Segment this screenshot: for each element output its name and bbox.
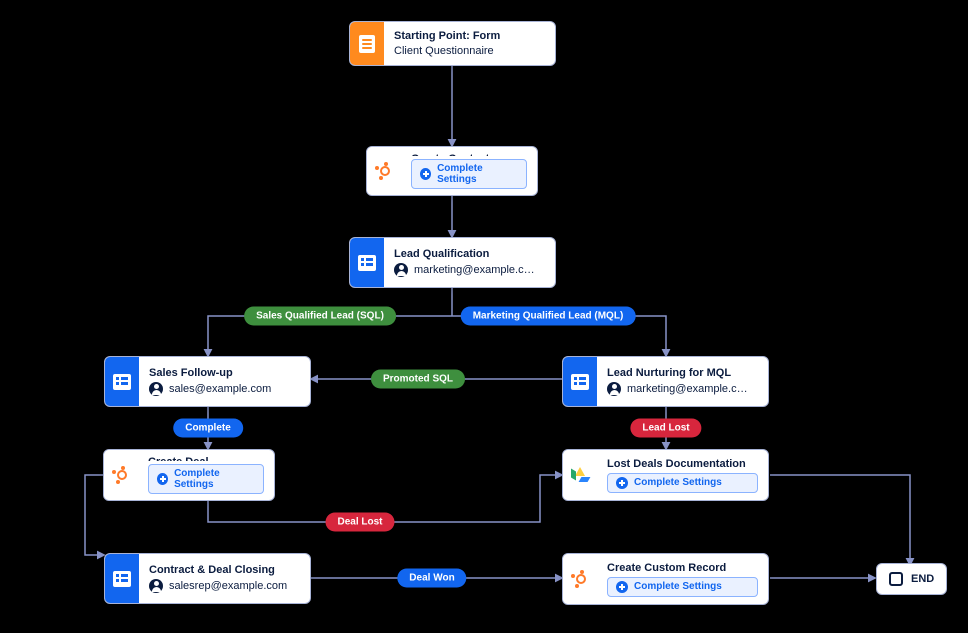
node-title: Create Deal: [148, 456, 264, 461]
task-icon: [563, 357, 597, 406]
node-lead-nurturing[interactable]: Lead Nurturing for MQL marketing@example…: [562, 356, 769, 407]
google-drive-icon: [563, 450, 597, 500]
avatar-icon: [149, 382, 163, 396]
assignee-email: sales@example.com: [169, 383, 271, 395]
workflow-canvas[interactable]: Starting Point: Form Client Questionnair…: [0, 0, 968, 633]
edge-label-deal-lost: Deal Lost: [325, 513, 394, 532]
plus-icon: [420, 168, 431, 180]
edge-label-promoted-sql: Promoted SQL: [371, 370, 465, 389]
node-end[interactable]: END: [876, 563, 947, 595]
node-start-form[interactable]: Starting Point: Form Client Questionnair…: [349, 21, 556, 66]
task-icon: [105, 554, 139, 603]
edge-label-deal-won: Deal Won: [397, 569, 466, 588]
complete-settings-button[interactable]: Complete Settings: [148, 464, 264, 494]
stop-icon: [889, 572, 903, 586]
node-create-custom-record[interactable]: Create Custom Record Complete Settings: [562, 553, 769, 605]
plus-icon: [616, 581, 628, 593]
hubspot-icon: [367, 147, 401, 195]
assignee-email: salesrep@example.com: [169, 580, 287, 592]
node-sales-follow-up[interactable]: Sales Follow-up sales@example.com: [104, 356, 311, 407]
node-create-contact[interactable]: Create Contact Complete Settings: [366, 146, 538, 196]
node-title: Starting Point: Form: [394, 30, 545, 42]
node-title: Lead Qualification: [394, 248, 545, 260]
edge-label-sql: Sales Qualified Lead (SQL): [244, 307, 396, 326]
node-title: Sales Follow-up: [149, 367, 300, 379]
avatar-icon: [607, 382, 621, 396]
settings-label: Complete Settings: [174, 468, 255, 490]
settings-label: Complete Settings: [437, 163, 518, 185]
node-create-deal[interactable]: Create Deal Complete Settings: [103, 449, 275, 501]
node-title: Create Contact: [411, 153, 527, 156]
node-lead-qualification[interactable]: Lead Qualification marketing@example.c…: [349, 237, 556, 288]
node-lost-deals-doc[interactable]: Lost Deals Documentation Complete Settin…: [562, 449, 769, 501]
hubspot-icon: [104, 450, 138, 500]
avatar-icon: [394, 263, 408, 277]
hubspot-icon: [563, 554, 597, 604]
plus-icon: [616, 477, 628, 489]
settings-label: Complete Settings: [634, 581, 722, 592]
node-title: Contract & Deal Closing: [149, 564, 300, 576]
edge-label-complete: Complete: [173, 419, 243, 438]
node-subtitle: Client Questionnaire: [394, 45, 545, 57]
avatar-icon: [149, 579, 163, 593]
complete-settings-button[interactable]: Complete Settings: [411, 159, 527, 189]
end-label: END: [911, 573, 934, 585]
settings-label: Complete Settings: [634, 477, 722, 488]
task-icon: [350, 238, 384, 287]
node-title: Lead Nurturing for MQL: [607, 367, 758, 379]
node-title: Create Custom Record: [607, 562, 758, 574]
plus-icon: [157, 473, 168, 485]
node-title: Lost Deals Documentation: [607, 458, 758, 470]
node-contract-closing[interactable]: Contract & Deal Closing salesrep@example…: [104, 553, 311, 604]
complete-settings-button[interactable]: Complete Settings: [607, 577, 758, 597]
form-icon: [350, 22, 384, 65]
assignee-email: marketing@example.c…: [414, 264, 535, 276]
complete-settings-button[interactable]: Complete Settings: [607, 473, 758, 493]
edge-label-lead-lost: Lead Lost: [630, 419, 701, 438]
task-icon: [105, 357, 139, 406]
assignee-email: marketing@example.c…: [627, 383, 748, 395]
edge-label-mql: Marketing Qualified Lead (MQL): [461, 307, 636, 326]
